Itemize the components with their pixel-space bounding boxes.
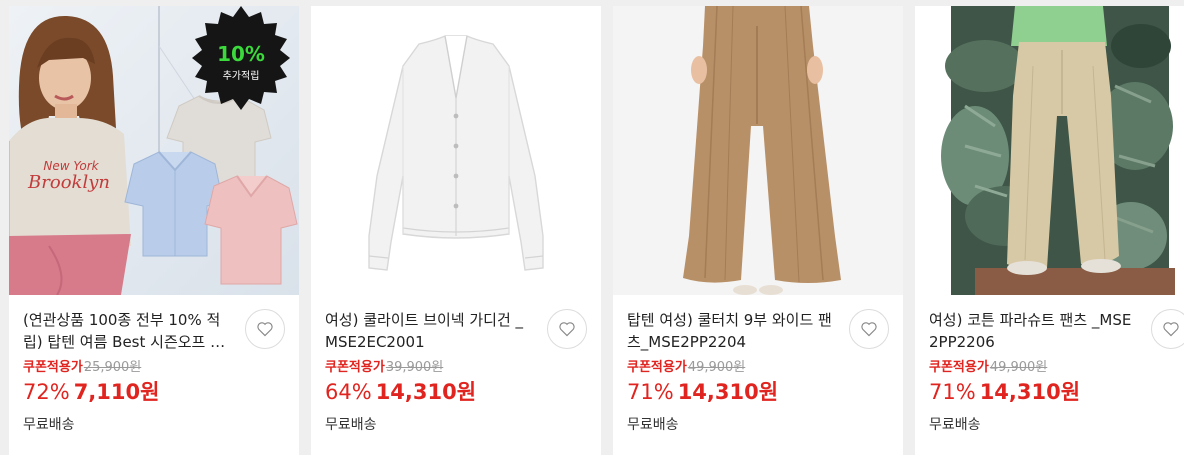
original-price: 49,900원 [989,360,1048,375]
wishlist-button[interactable] [245,309,285,349]
product-image-1[interactable]: New York Brooklyn 10% 추가적립 [9,6,299,295]
parachute-pants-photo-icon [915,6,1184,295]
wishlist-button[interactable] [1151,309,1184,349]
wishlist-button[interactable] [547,309,587,349]
original-price: 25,900원 [83,360,142,375]
sale-price: 7,110원 [73,380,160,404]
product-info-3: 탑텐 여성) 쿨터치 9부 와이드 팬츠_MSE2PP2204 쿠폰적용가49,… [613,295,903,455]
heart-icon [1163,322,1179,337]
shipping-info: 무료배송 [627,417,679,433]
coupon-price-row: 쿠폰적용가39,900원 [325,359,443,377]
wishlist-button[interactable] [849,309,889,349]
badge-text: 추가적립 [223,69,260,82]
product-image-3[interactable] [613,6,903,295]
coupon-price-row: 쿠폰적용가49,900원 [929,359,1047,377]
product-card-1[interactable]: New York Brooklyn 10% 추가적립 (연관상품 100종 전부… [9,6,299,455]
sale-price-row: 71% 14,310원 [929,377,1080,409]
product-title[interactable]: 탑텐 여성) 쿨터치 9부 와이드 팬츠_MSE2PP2204 [627,309,837,353]
product-image-2[interactable] [311,6,601,295]
sale-price: 14,310원 [677,380,779,404]
shirt-print-line1: New York [43,159,99,173]
badge-percent: 10% [217,42,265,66]
sale-price: 14,310원 [979,380,1081,404]
coupon-label: 쿠폰적용가 [627,360,687,375]
discount-rate: 72% [23,380,70,404]
product-card-4[interactable]: 여성) 코튼 파라슈트 팬츠 _MSE2PP2206 쿠폰적용가49,900원 … [915,6,1184,455]
heart-icon [861,322,877,337]
white-cardigan-photo-icon [311,6,601,295]
sale-price: 14,310원 [375,380,477,404]
shipping-info: 무료배송 [325,417,377,433]
discount-rate: 71% [627,380,674,404]
heart-icon [559,322,575,337]
coupon-price-row: 쿠폰적용가49,900원 [627,359,745,377]
heart-icon [257,322,273,337]
shirt-print-line2: Brooklyn [27,172,110,193]
product-title[interactable]: 여성) 코튼 파라슈트 팬츠 _MSE2PP2206 [929,309,1139,353]
sale-price-row: 72% 7,110원 [23,377,159,409]
original-price: 39,900원 [385,360,444,375]
discount-rate: 64% [325,380,372,404]
woman-tshirts-photo-icon: New York Brooklyn 10% 추가적립 [9,6,299,295]
shipping-info: 무료배송 [929,417,981,433]
product-info-4: 여성) 코튼 파라슈트 팬츠 _MSE2PP2206 쿠폰적용가49,900원 … [915,295,1184,455]
discount-rate: 71% [929,380,976,404]
coupon-label: 쿠폰적용가 [325,360,385,375]
product-card-2[interactable]: 여성) 쿨라이트 브이넥 가디건 _MSE2EC2001 쿠폰적용가39,900… [311,6,601,455]
coupon-label: 쿠폰적용가 [23,360,83,375]
beige-wide-pants-photo-icon [613,6,903,295]
sale-price-row: 71% 14,310원 [627,377,778,409]
product-title[interactable]: 여성) 쿨라이트 브이넥 가디건 _MSE2EC2001 [325,309,535,353]
product-title[interactable]: (연관상품 100종 전부 10% 적립) 탑텐 여름 Best 시즌오프 반팔 [23,309,233,353]
original-price: 49,900원 [687,360,746,375]
sale-price-row: 64% 14,310원 [325,377,476,409]
coupon-price-row: 쿠폰적용가25,900원 [23,359,141,377]
product-card-3[interactable]: 탑텐 여성) 쿨터치 9부 와이드 팬츠_MSE2PP2204 쿠폰적용가49,… [613,6,903,455]
product-info-1: (연관상품 100종 전부 10% 적립) 탑텐 여름 Best 시즌오프 반팔… [9,295,299,455]
shipping-info: 무료배송 [23,417,75,433]
product-info-2: 여성) 쿨라이트 브이넥 가디건 _MSE2EC2001 쿠폰적용가39,900… [311,295,601,455]
coupon-label: 쿠폰적용가 [929,360,989,375]
product-image-4[interactable] [915,6,1184,295]
